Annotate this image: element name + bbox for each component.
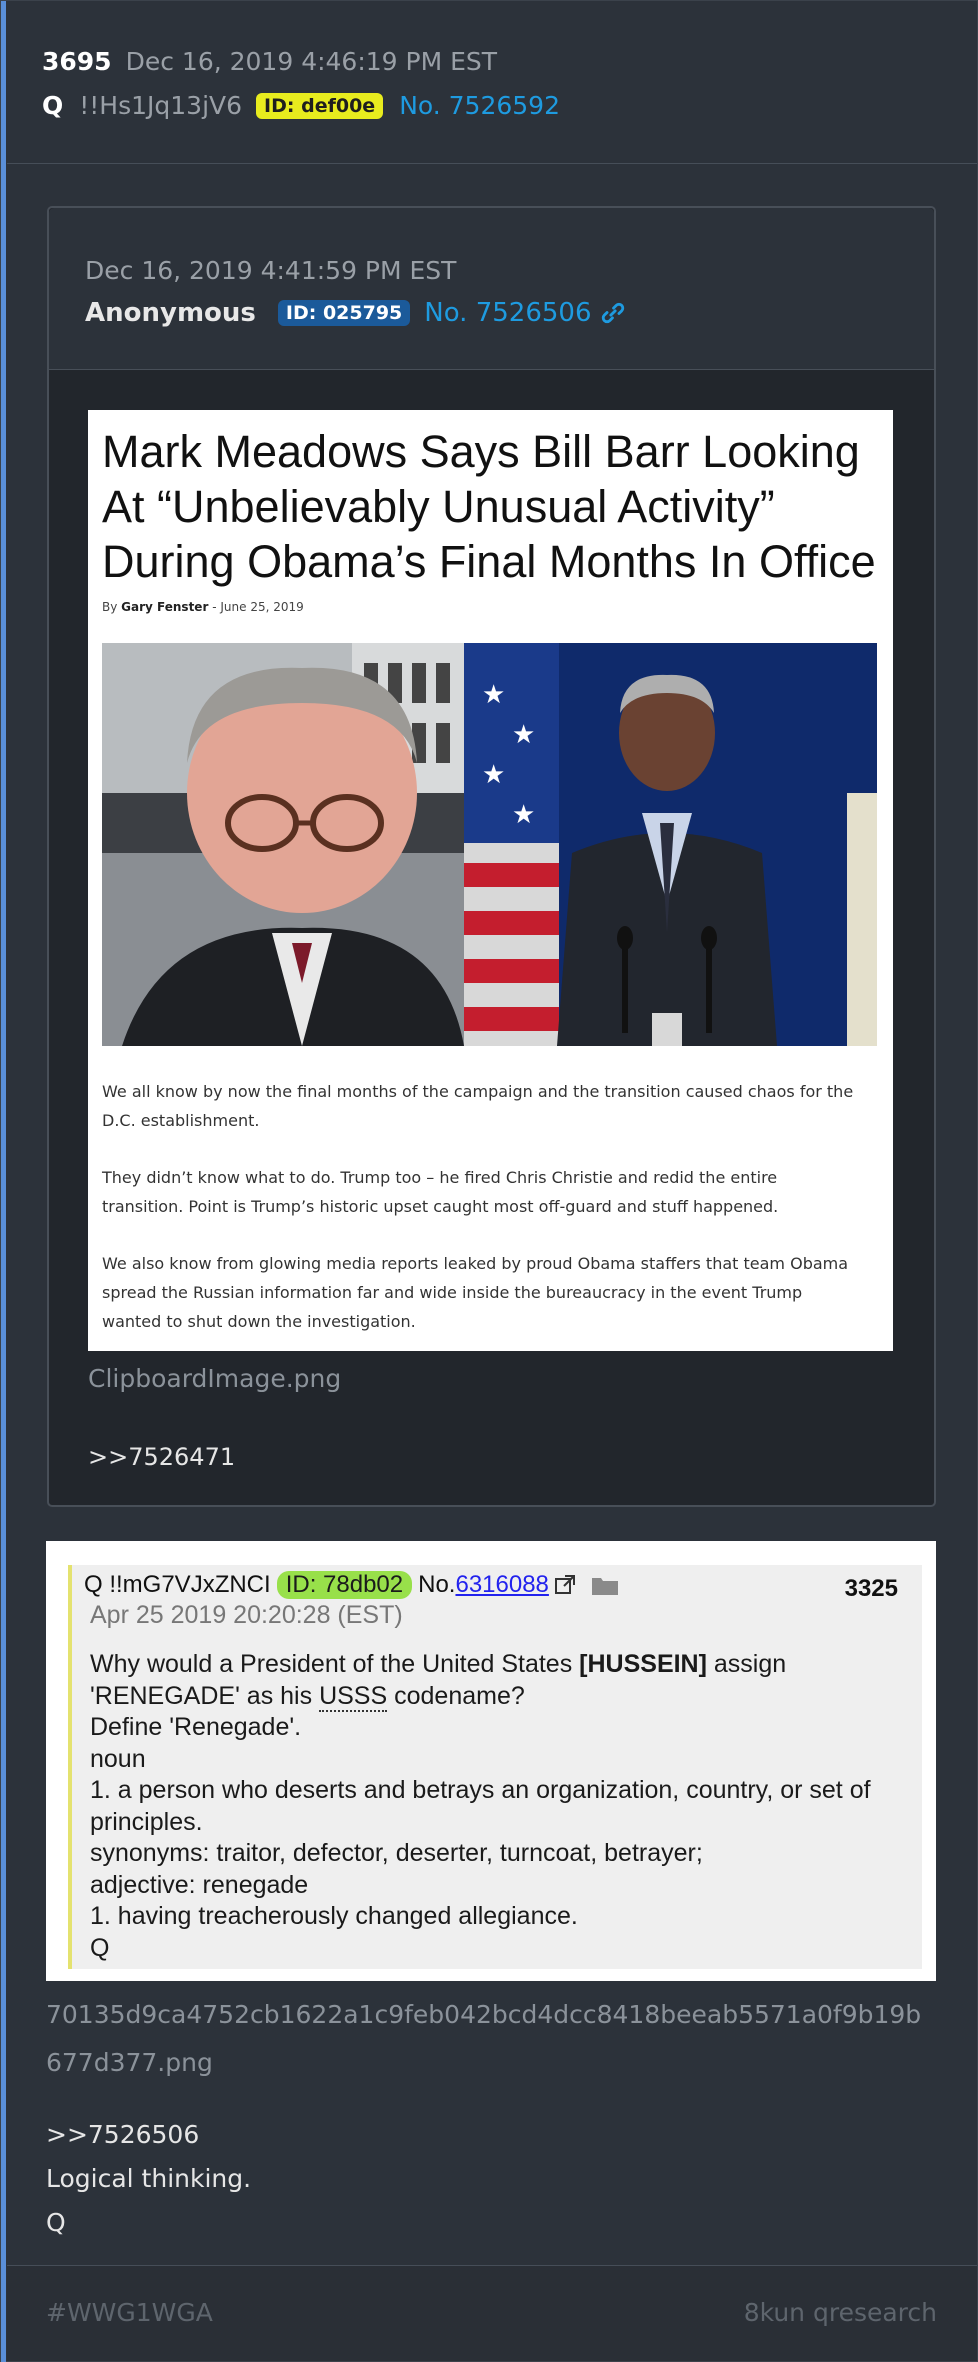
article-byline: By Gary Fenster - June 25, 2019 (102, 600, 304, 614)
embedded-q-header: Q !!mG7VJxZNCI ID: 78db02 No.6316088 (84, 1571, 619, 1599)
folder-icon (591, 1578, 618, 1595)
attachment-filename[interactable]: 70135d9ca4752cb1622a1c9feb042bcd4dcc8418… (46, 1991, 936, 2087)
footer-source: 8kun qresearch (743, 2298, 937, 2327)
article-screenshot[interactable]: Mark Meadows Says Bill Barr Looking At “… (88, 410, 893, 1351)
article-photo: ★ ★ ★ ★ (102, 643, 877, 1046)
quoted-post-author: Anonymous (85, 298, 256, 328)
embedded-q-id-badge: ID: 78db02 (276, 1571, 413, 1599)
footer-hashtag: #WWG1WGA (46, 2298, 213, 2327)
embedded-q-line: 'RENEGADE' as his USSS codename? (90, 1681, 910, 1713)
embedded-q-trip: Q !!mG7VJxZNCI (84, 1571, 271, 1598)
article-paragraph: They didn’t know what to do. Trump too –… (102, 1168, 779, 1216)
post-footer: #WWG1WGA 8kun qresearch (7, 2265, 977, 2361)
article-paragraph: We also know from glowing media reports … (102, 1254, 849, 1331)
post-number-link[interactable]: No. 7526592 (399, 91, 560, 120)
quoted-post-filename[interactable]: ClipboardImage.png (88, 1364, 341, 1393)
post-text-line: Logical thinking. (46, 2164, 252, 2193)
embedded-q-line: 1. a person who deserts and betrays an o… (90, 1776, 871, 1836)
article-by-prefix: By (102, 600, 118, 614)
post-reply-link[interactable]: >>7526506 (46, 2113, 251, 2157)
embedded-q-count: 3325 (844, 1575, 898, 1602)
embedded-q-date: Apr 25 2019 20:20:28 (EST) (90, 1601, 403, 1629)
quoted-post: Dec 16, 2019 4:41:59 PM EST Anonymous ID… (47, 206, 936, 1507)
embedded-q-line: Why would a President of the United Stat… (90, 1649, 910, 1681)
quoted-post-id-badge: ID: 025795 (277, 300, 411, 326)
post-body: >>7526506 Logical thinking. Q (46, 2113, 251, 2245)
svg-text:★: ★ (482, 680, 505, 710)
post-id-badge: ID: def00e (256, 92, 384, 119)
post-header-line2: Q !!Hs1Jq13jV6 ID: def00e No. 7526592 (42, 91, 560, 120)
embedded-q-text: Why would a President of the United Stat… (90, 1650, 580, 1678)
embedded-q-line: Q (90, 1933, 110, 1962)
external-link-icon (554, 1575, 575, 1594)
embedded-q-line: noun (90, 1744, 146, 1773)
post-count: 3695 (42, 47, 112, 76)
article-date: June 25, 2019 (220, 600, 304, 614)
article-paragraph: We all know by now the final months of t… (102, 1082, 854, 1130)
quoted-post-header: Dec 16, 2019 4:41:59 PM EST Anonymous ID… (49, 208, 934, 370)
post-header-line1: 3695 Dec 16, 2019 4:46:19 PM EST (42, 47, 497, 76)
embedded-q-bold: [HUSSEIN] (579, 1650, 707, 1678)
post-accent-bar (1, 1, 6, 2362)
post-signature: Q (46, 2208, 66, 2237)
quoted-post-date: Dec 16, 2019 4:41:59 PM EST (85, 256, 457, 285)
embedded-q-no-prefix: No. (418, 1571, 456, 1598)
svg-text:★: ★ (512, 720, 535, 750)
quoted-post-meta: Anonymous ID: 025795 No. 7526506 (85, 298, 626, 328)
quoted-post-reply-link[interactable]: >>7526471 (88, 1443, 235, 1471)
post-card: 3695 Dec 16, 2019 4:46:19 PM EST Q !!Hs1J… (0, 0, 978, 2362)
embedded-q-line: 1. having treacherously changed allegian… (90, 1902, 578, 1930)
svg-text:★: ★ (512, 800, 535, 830)
embedded-q-line: adjective: renegade (90, 1870, 309, 1899)
embedded-q-body: Why would a President of the United Stat… (90, 1649, 910, 1964)
article-byline-separator: - (212, 600, 217, 614)
embedded-q-no-link[interactable]: 6316088 (455, 1571, 548, 1598)
embedded-q-text: assign (706, 1650, 787, 1678)
embedded-q-line: synonyms: traitor, defector, deserter, t… (90, 1839, 703, 1867)
quoted-post-number-link[interactable]: No. 7526506 (424, 298, 591, 328)
embedded-q-abbr: USSS (319, 1681, 388, 1712)
article-body: We all know by now the final months of t… (102, 1077, 862, 1364)
embedded-q-text: 'RENEGADE' as his (90, 1681, 320, 1710)
post-author: Q (42, 91, 64, 120)
post-tripcode: !!Hs1Jq13jV6 (79, 91, 243, 120)
post-header: 3695 Dec 16, 2019 4:46:19 PM EST Q !!Hs1J… (7, 1, 977, 164)
link-icon[interactable] (600, 300, 626, 326)
article-author: Gary Fenster (121, 600, 209, 614)
embedded-q-screenshot[interactable]: Q !!mG7VJxZNCI ID: 78db02 No.6316088 332… (46, 1541, 936, 1981)
embedded-q-post: Q !!mG7VJxZNCI ID: 78db02 No.6316088 332… (68, 1565, 922, 1969)
article-title: Mark Meadows Says Bill Barr Looking At “… (102, 426, 876, 587)
post-date: Dec 16, 2019 4:46:19 PM EST (125, 47, 498, 76)
embedded-q-text: codename? (387, 1681, 525, 1710)
svg-text:★: ★ (482, 760, 505, 790)
embedded-q-number: No.6316088 (418, 1571, 549, 1599)
embedded-q-line: Define 'Renegade'. (90, 1713, 302, 1741)
